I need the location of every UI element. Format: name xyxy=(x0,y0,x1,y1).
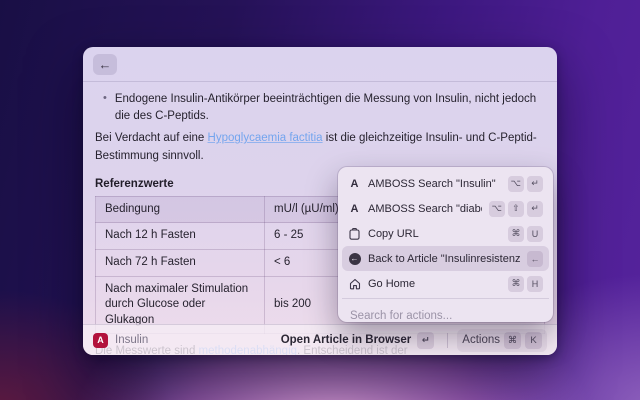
command-keycap: ⌘ xyxy=(504,332,521,349)
back-button[interactable]: ← xyxy=(93,54,117,75)
amboss-a-icon: A xyxy=(348,178,361,190)
shortcut-keys: ⌘ U xyxy=(508,226,543,242)
u-keycap: U xyxy=(527,226,543,242)
clipboard-icon xyxy=(348,228,361,240)
paragraph-hypoglycaemia: Bei Verdacht auf eine Hypoglycaemia fact… xyxy=(95,130,545,166)
footer-source-label: Insulin xyxy=(115,334,148,346)
footer-actions: Open Article in Browser ↵ Actions ⌘ K xyxy=(277,329,547,352)
open-article-label: Open Article in Browser xyxy=(281,334,412,346)
shortcut-keys: ⌥ ↵ xyxy=(508,176,543,192)
actions-label: Actions xyxy=(462,334,500,346)
option-keycap: ⌥ xyxy=(489,201,505,217)
bullet-text: Endogene Insulin-Antikörper beeinträchti… xyxy=(115,91,545,124)
option-keycap: ⌥ xyxy=(508,176,524,192)
h-keycap: H xyxy=(527,276,543,292)
shift-keycap: ⇧ xyxy=(508,201,524,217)
table-header-cell: Bedingung xyxy=(96,196,265,223)
amboss-a-icon: A xyxy=(348,203,361,215)
menu-item-label: AMBOSS Search "Insulin" xyxy=(368,178,496,190)
footer-divider xyxy=(447,333,448,348)
back-circle-icon: ← xyxy=(348,253,361,265)
bullet-item: • Endogene Insulin-Antikörper beeinträch… xyxy=(103,91,545,124)
table-cell: Nach 12 h Fasten xyxy=(96,223,265,250)
menu-item-label: Go Home xyxy=(368,278,415,290)
return-keycap: ↵ xyxy=(417,332,434,349)
menu-item-label: Copy URL xyxy=(368,228,419,240)
hypoglycaemia-link[interactable]: Hypoglycaemia factitia xyxy=(208,132,323,144)
return-keycap: ↵ xyxy=(527,176,543,192)
menu-item-back-to-article[interactable]: ← Back to Article "Insulinresistenz" ← xyxy=(342,246,549,271)
bullet-marker: • xyxy=(103,91,107,124)
window-header: ← xyxy=(83,47,557,82)
actions-search-input[interactable] xyxy=(348,309,547,323)
table-cell: Nach 72 h Fasten xyxy=(96,250,265,277)
paragraph-text: Bei Verdacht auf eine xyxy=(95,132,208,144)
k-keycap: K xyxy=(525,332,542,349)
menu-item-label: Back to Article "Insulinresistenz" xyxy=(368,253,520,265)
amboss-logo-icon: A xyxy=(93,333,108,348)
command-keycap: ⌘ xyxy=(508,226,524,242)
home-icon xyxy=(348,278,361,290)
return-keycap: ↵ xyxy=(527,201,543,217)
menu-item-go-home[interactable]: Go Home ⌘ H xyxy=(342,271,549,296)
command-keycap: ⌘ xyxy=(508,276,524,292)
shortcut-keys: ⌘ H xyxy=(508,276,543,292)
actions-menu-panel: A AMBOSS Search "Insulin" ⌥ ↵ A AMBOSS S… xyxy=(338,167,553,322)
shortcut-keys: ← xyxy=(527,251,543,267)
menu-item-amboss-search-diabetes[interactable]: A AMBOSS Search "diabetes" ⌥ ⇧ ↵ xyxy=(342,196,549,221)
actions-search-row xyxy=(342,298,549,331)
menu-item-amboss-search-insulin[interactable]: A AMBOSS Search "Insulin" ⌥ ↵ xyxy=(342,171,549,196)
shortcut-keys: ⌥ ⇧ ↵ xyxy=(489,201,543,217)
menu-item-copy-url[interactable]: Copy URL ⌘ U xyxy=(342,221,549,246)
open-article-in-browser-button[interactable]: Open Article in Browser ↵ xyxy=(277,329,439,352)
menu-item-label: AMBOSS Search "diabetes" xyxy=(368,203,482,215)
left-arrow-keycap: ← xyxy=(527,251,543,267)
actions-button[interactable]: Actions ⌘ K xyxy=(457,329,547,352)
